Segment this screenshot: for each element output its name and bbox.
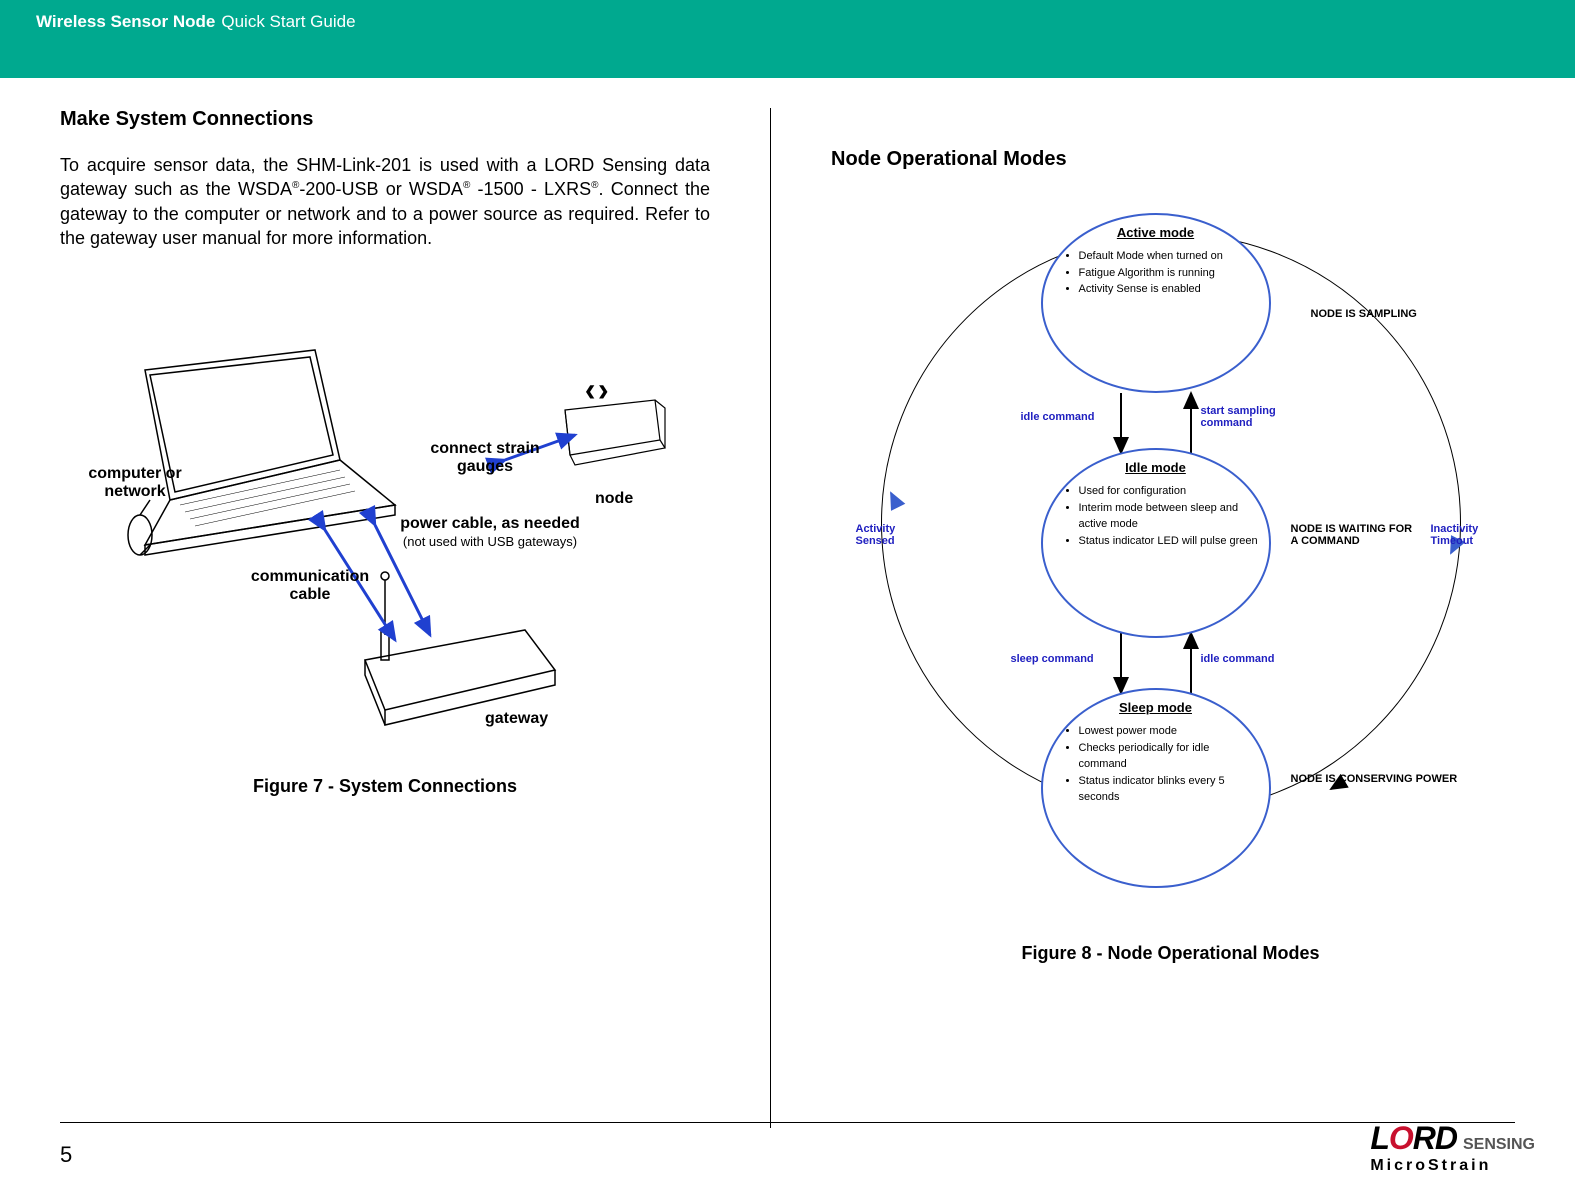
right-heading: Node Operational Modes (831, 148, 1510, 171)
label-power-sub: (not used with USB gateways) (385, 534, 595, 549)
figure-7: ❮ ❯ (85, 330, 685, 760)
logo-sensing: SENSING (1463, 1136, 1535, 1154)
para-seg-3: -1500 - LXRS (470, 179, 591, 199)
cmd-idle-1: idle command (1021, 411, 1095, 423)
logo-l: L (1370, 1120, 1389, 1156)
header-title-bold: Wireless Sensor Node (36, 12, 215, 32)
left-heading: Make System Connections (60, 108, 710, 131)
label-node: node (595, 490, 633, 508)
cmd-idle-2: idle command (1201, 653, 1275, 665)
sleep-b3: Status indicator blinks every 5 seconds (1079, 773, 1259, 806)
logo-o: O (1389, 1120, 1413, 1156)
active-b3: Activity Sense is enabled (1079, 281, 1259, 298)
state-conserving: NODE IS CONSERVING POWER (1291, 773, 1458, 785)
active-title: Active mode (1053, 225, 1259, 240)
cmd-inactivity: Inactivity Timeout (1431, 523, 1501, 547)
figure-8-caption: Figure 8 - Node Operational Modes (831, 943, 1510, 964)
page-header: Wireless Sensor Node Quick Start Guide (0, 0, 1575, 78)
intro-paragraph: To acquire sensor data, the SHM-Link-201… (60, 153, 710, 250)
sleep-b2: Checks periodically for idle command (1079, 740, 1259, 773)
cmd-start: start sampling command (1201, 405, 1301, 429)
para-seg-2: -200-USB or WSDA (299, 179, 463, 199)
label-gateway: gateway (485, 710, 548, 728)
label-strain: connect strain gauges (415, 440, 555, 476)
state-sampling: NODE IS SAMPLING (1311, 308, 1417, 320)
logo-rd: RD (1413, 1120, 1457, 1156)
idle-mode-circle: Idle mode Used for configuration Interim… (1041, 448, 1271, 638)
content-area: Make System Connections To acquire senso… (0, 78, 1575, 1128)
right-column: Node Operational Modes (770, 108, 1510, 1128)
footer-rule (60, 1122, 1515, 1123)
logo-microstrain: MicroStrain (1370, 1157, 1535, 1175)
header-title-rest: Quick Start Guide (221, 12, 355, 32)
idle-title: Idle mode (1053, 460, 1259, 475)
logo: LORD SENSING MicroStrain (1370, 1120, 1535, 1175)
left-column: Make System Connections To acquire senso… (60, 108, 770, 1128)
sleep-title: Sleep mode (1053, 700, 1259, 715)
state-waiting: NODE IS WAITING FOR A COMMAND (1291, 523, 1421, 547)
figure-8-diagram: Active mode Default Mode when turned on … (861, 193, 1481, 943)
active-b1: Default Mode when turned on (1079, 248, 1259, 265)
logo-lord: LORD (1370, 1120, 1457, 1157)
label-comm: communication cable (235, 568, 385, 604)
sleep-b1: Lowest power mode (1079, 723, 1259, 740)
idle-b1: Used for configuration (1079, 483, 1259, 500)
figure-7-caption: Figure 7 - System Connections (60, 776, 710, 797)
svg-text:❮ ❯: ❮ ❯ (585, 384, 608, 398)
label-power: power cable, as needed (375, 515, 605, 533)
active-b2: Fatigue Algorithm is running (1079, 265, 1259, 282)
cmd-activity: Activity Sensed (856, 523, 916, 547)
label-computer: computer or network (75, 465, 195, 501)
page-number: 5 (60, 1142, 72, 1168)
idle-b3: Status indicator LED will pulse green (1079, 533, 1259, 550)
cmd-sleep: sleep command (1011, 653, 1094, 665)
active-mode-circle: Active mode Default Mode when turned on … (1041, 213, 1271, 393)
sleep-mode-circle: Sleep mode Lowest power mode Checks peri… (1041, 688, 1271, 888)
idle-b2: Interim mode between sleep and active mo… (1079, 500, 1259, 533)
